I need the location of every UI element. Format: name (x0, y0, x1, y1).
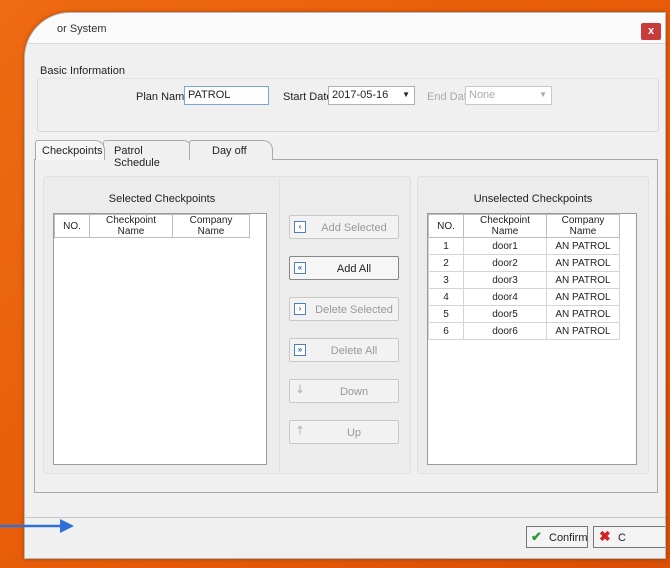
cell-no: 3 (428, 271, 464, 289)
cell-checkpoint-name: door4 (463, 288, 547, 306)
patrol-plan-dialog: or System x Basic Information Plan Name … (24, 12, 666, 559)
add-all-button[interactable]: « Add All (289, 256, 399, 280)
chevron-down-icon[interactable]: ▼ (402, 90, 410, 99)
cell-company-name: AN PATROL (546, 271, 620, 289)
move-up-icon: ⇡ (295, 425, 305, 437)
confirm-button[interactable]: ✔ Confirm (526, 526, 588, 548)
double-chevron-left-icon: « (294, 262, 306, 274)
delete-selected-button[interactable]: › Delete Selected (289, 297, 399, 321)
unselected-table: NO. Checkpoint Name Company Name 1 door1 A… (428, 214, 620, 340)
basic-information-label: Basic Information (39, 65, 126, 77)
column-header-no[interactable]: NO. (54, 214, 90, 238)
confirm-label: Confirm (549, 532, 588, 544)
delete-all-button[interactable]: » Delete All (289, 338, 399, 362)
window-title: or System (57, 23, 107, 35)
plan-name-input[interactable]: PATROL (184, 86, 269, 105)
title-bar[interactable]: or System x (25, 13, 665, 44)
column-header-no[interactable]: NO. (428, 214, 464, 238)
table-row[interactable]: 2 door2 AN PATROL (428, 254, 620, 272)
cell-checkpoint-name: door5 (463, 305, 547, 323)
selected-checkpoints-list[interactable]: NO. Checkpoint Name Company Name (53, 213, 267, 465)
close-button[interactable]: x (641, 23, 661, 40)
table-row[interactable]: 4 door4 AN PATROL (428, 288, 620, 306)
chevron-right-icon: › (294, 303, 306, 315)
column-header-checkpoint-name[interactable]: Checkpoint Name (89, 214, 173, 238)
checkmark-icon: ✔ (531, 529, 542, 544)
move-down-icon: ⇣ (295, 384, 305, 396)
cell-no: 1 (428, 237, 464, 255)
plan-name-label: Plan Name (136, 91, 191, 103)
cell-no: 5 (428, 305, 464, 323)
double-chevron-right-icon: » (294, 344, 306, 356)
cell-checkpoint-name: door2 (463, 254, 547, 272)
cell-no: 4 (428, 288, 464, 306)
up-label: Up (346, 427, 362, 439)
cancel-button[interactable]: ✖ C (593, 526, 665, 548)
down-label: Down (339, 386, 369, 398)
tab-day-off[interactable]: Day off (189, 140, 273, 160)
cell-checkpoint-name: door3 (463, 271, 547, 289)
unselected-checkpoints-list[interactable]: NO. Checkpoint Name Company Name 1 door1 A… (427, 213, 637, 465)
close-icon: ✖ (599, 528, 611, 544)
cell-no: 2 (428, 254, 464, 272)
start-date-picker[interactable]: 2017-05-16 ▼ (328, 86, 415, 105)
end-date-value: None (469, 89, 496, 101)
start-date-label: Start Date (283, 91, 333, 103)
column-header-checkpoint-name[interactable]: Checkpoint Name (463, 214, 547, 238)
table-row[interactable]: 3 door3 AN PATROL (428, 271, 620, 289)
delete-selected-label: Delete Selected (315, 304, 393, 316)
arrow-annotation (0, 519, 74, 533)
tab-patrol-schedule[interactable]: Patrol Schedule (103, 140, 193, 169)
unselected-checkpoints-title: Unselected Checkpoints (473, 193, 593, 205)
cell-checkpoint-name: door1 (463, 237, 547, 255)
add-all-label: Add All (336, 263, 372, 275)
table-header-row: NO. Checkpoint Name Company Name (54, 214, 250, 238)
selected-checkpoints-group: Selected Checkpoints NO. Checkpoint Name… (43, 176, 281, 474)
table-row[interactable]: 1 door1 AN PATROL (428, 237, 620, 255)
cell-company-name: AN PATROL (546, 322, 620, 340)
down-button[interactable]: ⇣ Down (289, 379, 399, 403)
up-button[interactable]: ⇡ Up (289, 420, 399, 444)
cell-company-name: AN PATROL (546, 254, 620, 272)
table-row[interactable]: 5 door5 AN PATROL (428, 305, 620, 323)
tab-checkpoints[interactable]: Checkpoints (35, 140, 105, 160)
cell-checkpoint-name: door6 (463, 322, 547, 340)
cell-no: 6 (428, 322, 464, 340)
add-selected-button[interactable]: ‹ Add Selected (289, 215, 399, 239)
unselected-checkpoints-group: Unselected Checkpoints NO. Checkpoint Na… (417, 176, 649, 474)
start-date-value: 2017-05-16 (332, 89, 389, 101)
column-header-company-name[interactable]: Company Name (546, 214, 620, 238)
add-selected-label: Add Selected (321, 222, 387, 234)
table-header-row: NO. Checkpoint Name Company Name (428, 214, 620, 238)
chevron-left-icon: ‹ (294, 221, 306, 233)
column-header-company-name[interactable]: Company Name (172, 214, 250, 238)
plan-name-value: PATROL (188, 89, 231, 101)
chevron-down-icon[interactable]: ▼ (539, 90, 547, 99)
footer-divider (25, 517, 665, 518)
cell-company-name: AN PATROL (546, 288, 620, 306)
cancel-label: C (618, 532, 626, 544)
selected-table: NO. Checkpoint Name Company Name (54, 214, 250, 238)
end-date-picker[interactable]: None ▼ (465, 86, 552, 105)
cell-company-name: AN PATROL (546, 305, 620, 323)
selected-checkpoints-title: Selected Checkpoints (108, 193, 216, 205)
delete-all-label: Delete All (330, 345, 378, 357)
table-row[interactable]: 6 door6 AN PATROL (428, 322, 620, 340)
cell-company-name: AN PATROL (546, 237, 620, 255)
